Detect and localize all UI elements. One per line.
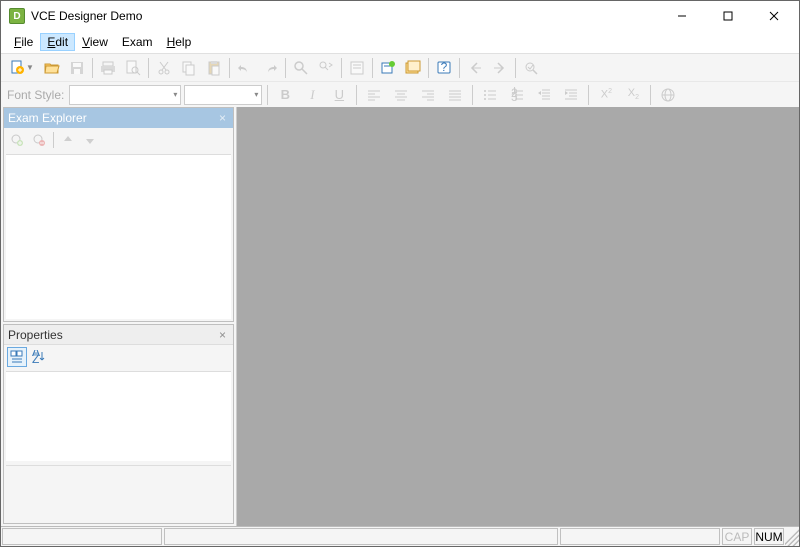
svg-text:?: ? bbox=[441, 60, 448, 74]
find-button[interactable] bbox=[289, 56, 313, 80]
resize-grip[interactable] bbox=[785, 527, 799, 546]
status-bar: CAP NUM bbox=[1, 526, 799, 546]
move-down-button[interactable] bbox=[80, 130, 100, 150]
close-button[interactable] bbox=[751, 1, 797, 31]
status-cell-3 bbox=[560, 528, 720, 545]
separator bbox=[148, 58, 149, 78]
menu-exam[interactable]: Exam bbox=[115, 33, 160, 51]
bold-button[interactable]: B bbox=[273, 83, 297, 107]
menu-bar: File Edit View Exam Help bbox=[1, 31, 799, 53]
separator bbox=[356, 85, 357, 105]
left-panel: Exam Explorer × Properties × AZ bbox=[1, 107, 237, 526]
window-title: VCE Designer Demo bbox=[31, 9, 659, 23]
preview-button[interactable] bbox=[519, 56, 543, 80]
copy-button[interactable] bbox=[177, 56, 201, 80]
properties-toolbar: AZ bbox=[4, 345, 233, 369]
new-button[interactable]: ▼ bbox=[5, 56, 39, 80]
underline-button[interactable]: U bbox=[327, 83, 351, 107]
minimize-button[interactable] bbox=[659, 1, 705, 31]
exam-explorer-close-icon[interactable]: × bbox=[216, 111, 229, 125]
properties-header: Properties × bbox=[4, 325, 233, 345]
font-size-combo[interactable]: ▾ bbox=[184, 85, 262, 105]
separator bbox=[92, 58, 93, 78]
undo-button[interactable] bbox=[233, 56, 257, 80]
add-item-button[interactable] bbox=[7, 130, 27, 150]
separator bbox=[428, 58, 429, 78]
print-button[interactable] bbox=[96, 56, 120, 80]
outdent-button[interactable] bbox=[532, 83, 556, 107]
cut-button[interactable] bbox=[152, 56, 176, 80]
italic-button[interactable]: I bbox=[300, 83, 324, 107]
align-left-button[interactable] bbox=[362, 83, 386, 107]
exam-settings-button[interactable] bbox=[376, 56, 400, 80]
status-cell-1 bbox=[2, 528, 162, 545]
align-justify-button[interactable] bbox=[443, 83, 467, 107]
help-button[interactable]: ? bbox=[432, 56, 456, 80]
separator bbox=[515, 58, 516, 78]
exam-explorer-title: Exam Explorer bbox=[8, 111, 87, 125]
separator bbox=[229, 58, 230, 78]
separator bbox=[372, 58, 373, 78]
hyperlink-button[interactable] bbox=[656, 83, 680, 107]
prev-button[interactable] bbox=[463, 56, 487, 80]
document-area bbox=[237, 107, 799, 526]
properties-grid[interactable] bbox=[6, 371, 231, 461]
subscript-button[interactable]: X2 bbox=[621, 83, 645, 107]
move-up-button[interactable] bbox=[58, 130, 78, 150]
exam-sections-button[interactable] bbox=[401, 56, 425, 80]
font-style-label: Font Style: bbox=[5, 88, 66, 102]
exam-explorer-panel: Exam Explorer × bbox=[3, 107, 234, 322]
status-cell-2 bbox=[164, 528, 558, 545]
number-list-button[interactable]: 123 bbox=[505, 83, 529, 107]
exam-explorer-header: Exam Explorer × bbox=[4, 108, 233, 128]
separator bbox=[341, 58, 342, 78]
menu-file[interactable]: File bbox=[7, 33, 40, 51]
redo-button[interactable] bbox=[258, 56, 282, 80]
properties-panel: Properties × AZ bbox=[3, 324, 234, 524]
indent-button[interactable] bbox=[559, 83, 583, 107]
menu-help[interactable]: Help bbox=[160, 33, 199, 51]
align-center-button[interactable] bbox=[389, 83, 413, 107]
alphabetical-button[interactable]: AZ bbox=[29, 347, 49, 367]
maximize-button[interactable] bbox=[705, 1, 751, 31]
separator bbox=[472, 85, 473, 105]
categorized-button[interactable] bbox=[7, 347, 27, 367]
paste-button[interactable] bbox=[202, 56, 226, 80]
format-toolbar: Font Style: ▾ ▾ B I U 123 X2 X2 bbox=[1, 81, 799, 107]
separator bbox=[459, 58, 460, 78]
main-toolbar: ▼ ? bbox=[1, 53, 799, 81]
menu-view[interactable]: View bbox=[75, 33, 115, 51]
properties-title: Properties bbox=[8, 328, 63, 342]
superscript-button[interactable]: X2 bbox=[594, 83, 618, 107]
print-preview-button[interactable] bbox=[121, 56, 145, 80]
separator bbox=[650, 85, 651, 105]
svg-text:3: 3 bbox=[511, 90, 518, 103]
status-cap: CAP bbox=[722, 528, 752, 545]
open-button[interactable] bbox=[40, 56, 64, 80]
workspace: Exam Explorer × Properties × AZ bbox=[1, 107, 799, 526]
status-num: NUM bbox=[754, 528, 784, 545]
window-controls bbox=[659, 1, 797, 31]
separator bbox=[53, 132, 54, 148]
bullet-list-button[interactable] bbox=[478, 83, 502, 107]
app-icon: D bbox=[9, 8, 25, 24]
next-button[interactable] bbox=[488, 56, 512, 80]
properties-button[interactable] bbox=[345, 56, 369, 80]
exam-explorer-toolbar bbox=[4, 128, 233, 152]
properties-close-icon[interactable]: × bbox=[216, 328, 229, 342]
properties-description bbox=[6, 465, 231, 521]
title-bar: D VCE Designer Demo bbox=[1, 1, 799, 31]
separator bbox=[267, 85, 268, 105]
align-right-button[interactable] bbox=[416, 83, 440, 107]
exam-explorer-tree[interactable] bbox=[6, 154, 231, 319]
remove-item-button[interactable] bbox=[29, 130, 49, 150]
separator bbox=[285, 58, 286, 78]
save-button[interactable] bbox=[65, 56, 89, 80]
svg-text:Z: Z bbox=[32, 352, 39, 364]
replace-button[interactable] bbox=[314, 56, 338, 80]
font-style-combo[interactable]: ▾ bbox=[69, 85, 181, 105]
menu-edit[interactable]: Edit bbox=[40, 33, 75, 51]
separator bbox=[588, 85, 589, 105]
